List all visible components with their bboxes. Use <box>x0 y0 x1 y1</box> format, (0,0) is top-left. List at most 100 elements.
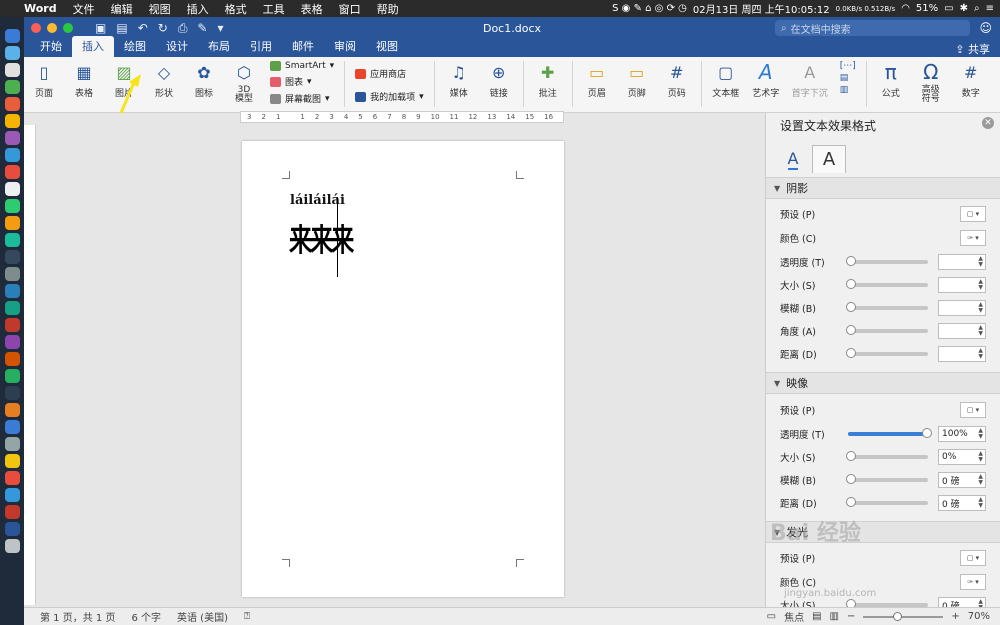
tab-home[interactable]: 开始 <box>30 36 72 57</box>
print-icon[interactable]: ⎙ <box>178 21 188 36</box>
tab-text-fill[interactable]: A <box>776 145 810 173</box>
dock-app-icon[interactable] <box>4 233 20 247</box>
menu-edit[interactable]: 编辑 <box>103 1 141 17</box>
footer-button[interactable]: ▭ 页脚 <box>623 61 651 100</box>
media-button[interactable]: ♫ 媒体 <box>445 61 473 100</box>
icons-button[interactable]: ✿ 图标 <box>190 61 218 100</box>
shadow-section-header[interactable]: ▼ 阴影 <box>766 177 1000 199</box>
shadow-blur-slider[interactable] <box>846 302 928 312</box>
search-input[interactable]: ⌕ 在文档中搜索 <box>775 20 970 36</box>
shadow-preset-picker[interactable]: ▢ ▾ <box>960 206 986 222</box>
customize-toolbar-icon[interactable]: ▾ <box>217 21 223 35</box>
my-addins-button[interactable]: 我的加载项 ▾ <box>355 90 424 103</box>
number-button[interactable]: # 数字 <box>957 61 985 100</box>
status-icons[interactable]: S ◉ ✎ ⌂ ◎ ⟳ ◷ <box>612 3 687 14</box>
slider-knob[interactable] <box>922 428 932 438</box>
dock-app-icon[interactable] <box>4 216 20 230</box>
spotlight-icon[interactable]: ⌕ <box>974 3 980 14</box>
glow-size-slider[interactable] <box>846 599 928 607</box>
shadow-angle-slider[interactable] <box>846 325 928 335</box>
tab-mailings[interactable]: 邮件 <box>282 36 324 57</box>
trash-icon[interactable] <box>4 539 20 553</box>
dock-app-icon[interactable] <box>4 267 20 281</box>
share-button[interactable]: ⇪ 共享 <box>955 41 990 57</box>
link-button[interactable]: ⊕ 链接 <box>485 61 513 100</box>
table-button[interactable]: ▦ 表格 <box>70 61 98 100</box>
web-layout-icon[interactable]: ▥ <box>830 611 839 622</box>
shapes-button[interactable]: ◇ 形状 <box>150 61 178 100</box>
chart-button[interactable]: 图表 ▾ <box>270 75 334 88</box>
zoom-level[interactable]: 70% <box>968 611 990 622</box>
3d-model-button[interactable]: ⬡ 3D 模型 <box>230 61 258 104</box>
menu-format[interactable]: 格式 <box>217 1 255 17</box>
dock-app-icon[interactable] <box>4 114 20 128</box>
smartart-button[interactable]: SmartArt ▾ <box>270 61 334 71</box>
dock-app-icon[interactable] <box>4 420 20 434</box>
tab-references[interactable]: 引用 <box>240 36 282 57</box>
shadow-angle-input[interactable]: ▲ ▼ <box>938 323 986 339</box>
dock-app-icon[interactable] <box>4 29 20 43</box>
dock-app-icon[interactable] <box>4 97 20 111</box>
zoom-window-button[interactable] <box>63 23 73 33</box>
page-count[interactable]: 第 1 页，共 1 页 <box>40 609 115 624</box>
undo-icon[interactable]: ↶ <box>138 21 148 35</box>
dock-app-icon[interactable] <box>4 250 20 264</box>
dock-app-icon[interactable] <box>4 165 20 179</box>
dock-app-icon[interactable] <box>4 403 20 417</box>
dock-app-icon[interactable] <box>4 454 20 468</box>
glow-preset-picker[interactable]: ▢ ▾ <box>960 550 986 566</box>
reflection-blur-slider[interactable] <box>846 474 928 484</box>
shadow-distance-input[interactable]: ▲ ▼ <box>938 346 986 362</box>
horizontal-ruler[interactable]: 3211234567891011121314151617 <box>240 111 564 123</box>
shadow-size-slider[interactable] <box>846 279 928 289</box>
wordart-button[interactable]: A 艺术字 <box>752 60 780 99</box>
app-menu-word[interactable]: Word <box>16 2 65 15</box>
zoom-slider[interactable] <box>863 611 944 621</box>
minimize-window-button[interactable] <box>47 23 57 33</box>
clock[interactable]: 02月13日 周四 上午10:05:12 <box>693 1 830 16</box>
reflection-size-input[interactable]: 0% ▲ ▼ <box>938 449 986 465</box>
page-number-button[interactable]: # 页码 <box>663 61 691 100</box>
close-window-button[interactable] <box>31 23 41 33</box>
menu-help[interactable]: 帮助 <box>369 1 407 17</box>
zoom-in-button[interactable]: + <box>951 611 959 622</box>
dock-app-icon[interactable] <box>4 471 20 485</box>
glow-size-input[interactable]: 0 磅▲▼ <box>938 597 986 607</box>
dock-app-icon[interactable] <box>4 522 20 536</box>
word-count[interactable]: 6 个字 <box>131 609 161 624</box>
tab-insert[interactable]: 插入 <box>72 36 114 57</box>
language[interactable]: 英语 (美国) <box>177 609 228 624</box>
menu-file[interactable]: 文件 <box>65 1 103 17</box>
tab-review[interactable]: 审阅 <box>324 36 366 57</box>
object-icon[interactable]: ▥ <box>840 85 856 95</box>
dock-app-icon[interactable] <box>4 199 20 213</box>
save-icon[interactable]: ▤ <box>116 21 127 35</box>
battery-icon[interactable]: ▭ <box>944 3 953 14</box>
dropcap-button[interactable]: A 首字下沉 <box>792 61 828 100</box>
bluetooth-icon[interactable]: ✱ <box>960 3 968 14</box>
reflection-preset-picker[interactable]: ▢ ▾ <box>960 402 986 418</box>
header-button[interactable]: ▭ 页眉 <box>583 61 611 100</box>
comment-button[interactable]: ✚ 批注 <box>534 61 562 100</box>
menu-view[interactable]: 视图 <box>141 1 179 17</box>
sidebar-toggle-icon[interactable]: ▣ <box>95 21 106 35</box>
dock-app-icon[interactable] <box>4 182 20 196</box>
reflection-size-slider[interactable] <box>846 451 928 461</box>
reflection-transparency-input[interactable]: 100% ▲ ▼ <box>938 426 986 442</box>
shadow-transparency-slider[interactable] <box>846 256 928 266</box>
dock-app-icon[interactable] <box>4 301 20 315</box>
dock-app-icon[interactable] <box>4 131 20 145</box>
glow-color-picker[interactable]: ✑ ▾ <box>960 574 986 590</box>
tab-view[interactable]: 视图 <box>366 36 408 57</box>
vertical-ruler[interactable] <box>24 125 36 605</box>
control-center-icon[interactable]: ≡ <box>986 3 994 14</box>
page-button[interactable]: ▯ 页面 <box>30 61 58 100</box>
screenshot-button[interactable]: 屏幕截图 ▾ <box>270 92 334 105</box>
shadow-color-picker[interactable]: ✑ ▾ <box>960 230 986 246</box>
equation-button[interactable]: π 公式 <box>877 60 905 99</box>
tab-design[interactable]: 设计 <box>156 36 198 57</box>
dock-app-icon[interactable] <box>4 488 20 502</box>
smiley-feedback-icon[interactable]: ☺ <box>979 21 992 35</box>
format-painter-icon[interactable]: ✎ <box>197 21 207 35</box>
reflection-distance-input[interactable]: 0 磅 ▲ ▼ <box>938 495 986 511</box>
